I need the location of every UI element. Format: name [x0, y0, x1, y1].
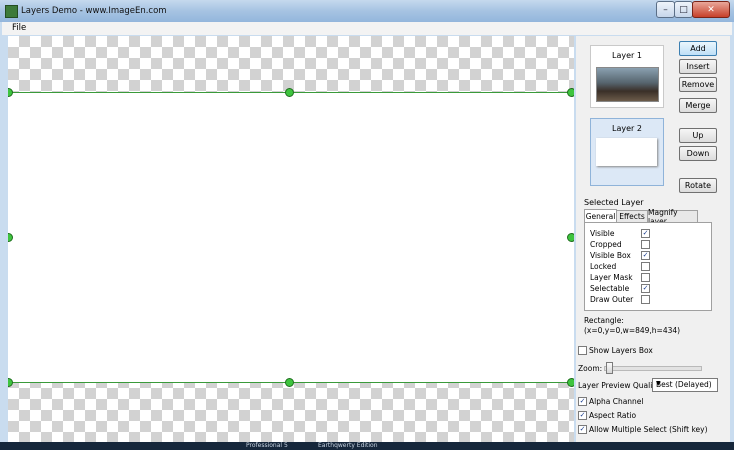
prop-layer-mask-label: Layer Mask	[590, 273, 633, 282]
resize-handle-middle-right[interactable]	[567, 233, 574, 242]
minimize-button[interactable]: –	[656, 1, 675, 18]
prop-visible-box-label: Visible Box	[590, 251, 631, 260]
menu-bar: File	[2, 22, 732, 35]
aspect-ratio-option[interactable]: ✓ Aspect Ratio	[578, 411, 636, 420]
visible-box-checkbox[interactable]: ✓	[641, 251, 650, 260]
taskbar-item-2[interactable]: Earthqwerty Edition	[318, 442, 378, 449]
allow-multiple-select-checkbox[interactable]: ✓	[578, 425, 587, 434]
zoom-label: Zoom:	[578, 364, 603, 373]
close-button[interactable]: ✕	[692, 1, 730, 18]
prop-cropped-label: Cropped	[590, 240, 622, 249]
maximize-button[interactable]: □	[674, 1, 693, 18]
alpha-channel-option[interactable]: ✓ Alpha Channel	[578, 397, 644, 406]
close-icon: ✕	[707, 4, 715, 15]
add-button[interactable]: Add	[679, 41, 717, 56]
allow-multiple-select-label: Allow Multiple Select (Shift key)	[589, 425, 708, 434]
tab-effects[interactable]: Effects	[616, 210, 648, 222]
menu-file[interactable]: File	[12, 23, 26, 33]
tab-general[interactable]: General	[584, 209, 617, 223]
app-icon	[5, 5, 18, 18]
insert-button[interactable]: Insert	[679, 59, 717, 74]
down-button[interactable]: Down	[679, 146, 717, 161]
dropdown-arrow-icon: ▼	[656, 380, 661, 387]
prop-visible-label: Visible	[590, 229, 615, 238]
minimize-icon: –	[663, 4, 668, 15]
alpha-channel-checkbox[interactable]: ✓	[578, 397, 587, 406]
rectangle-label: Rectangle:	[584, 316, 624, 325]
show-layers-box-option[interactable]: Show Layers Box	[578, 346, 653, 355]
layer-item-1[interactable]: Layer 1	[590, 45, 664, 108]
layer-name: Layer 2	[612, 124, 642, 133]
prop-locked-label: Locked	[590, 262, 617, 271]
taskbar-item-1[interactable]: Professional 5	[246, 442, 288, 449]
merge-button[interactable]: Merge	[679, 98, 717, 113]
up-button[interactable]: Up	[679, 128, 717, 143]
resize-handle-top-center[interactable]	[285, 88, 294, 97]
window-title: Layers Demo - www.ImageEn.com	[21, 6, 167, 16]
prop-selectable-label: Selectable	[590, 284, 630, 293]
maximize-icon: □	[679, 4, 688, 15]
rectangle-value: (x=0,y=0,w=849,h=434)	[584, 326, 681, 335]
preview-quality-select[interactable]: Best (Delayed) ▼	[652, 378, 718, 392]
preview-quality-label: Layer Preview Quality:	[578, 381, 662, 390]
selected-layer-label: Selected Layer	[584, 198, 644, 207]
layer-item-2[interactable]: Layer 2	[590, 118, 664, 186]
show-layers-box-label: Show Layers Box	[589, 346, 653, 355]
aspect-ratio-label: Aspect Ratio	[589, 411, 637, 420]
layer-mask-checkbox[interactable]	[641, 273, 650, 282]
resize-handle-top-right[interactable]	[567, 88, 574, 97]
resize-handle-bottom-left[interactable]	[8, 378, 13, 387]
image-canvas[interactable]	[8, 36, 574, 442]
show-layers-box-checkbox[interactable]	[578, 346, 587, 355]
zoom-slider-thumb[interactable]	[606, 362, 613, 374]
tab-magnify-layer[interactable]: Magnify layer	[647, 208, 698, 226]
selectable-checkbox[interactable]: ✓	[641, 284, 650, 293]
layer-2-thumbnail	[596, 138, 657, 166]
title-bar[interactable]: Layers Demo - www.ImageEn.com – □ ✕	[0, 0, 734, 22]
layer-name: Layer 1	[612, 51, 642, 60]
alpha-channel-label: Alpha Channel	[589, 397, 644, 406]
cropped-checkbox[interactable]	[641, 240, 650, 249]
visible-checkbox[interactable]: ✓	[641, 229, 650, 238]
draw-outer-checkbox[interactable]	[641, 295, 650, 304]
zoom-slider-track[interactable]	[604, 366, 702, 371]
locked-checkbox[interactable]	[641, 262, 650, 271]
layer-1-thumbnail	[596, 67, 659, 102]
rotate-button[interactable]: Rotate	[679, 178, 717, 193]
general-tab-pane: Visible ✓ Cropped Visible Box ✓ Locked L…	[584, 222, 712, 311]
allow-multiple-select-option[interactable]: ✓ Allow Multiple Select (Shift key)	[578, 425, 708, 434]
aspect-ratio-checkbox[interactable]: ✓	[578, 411, 587, 420]
layer-2-content[interactable]	[8, 93, 574, 382]
resize-handle-bottom-right[interactable]	[567, 378, 574, 387]
resize-handle-bottom-center[interactable]	[285, 378, 294, 387]
remove-button[interactable]: Remove	[679, 77, 717, 92]
prop-draw-outer-label: Draw Outer	[590, 295, 634, 304]
